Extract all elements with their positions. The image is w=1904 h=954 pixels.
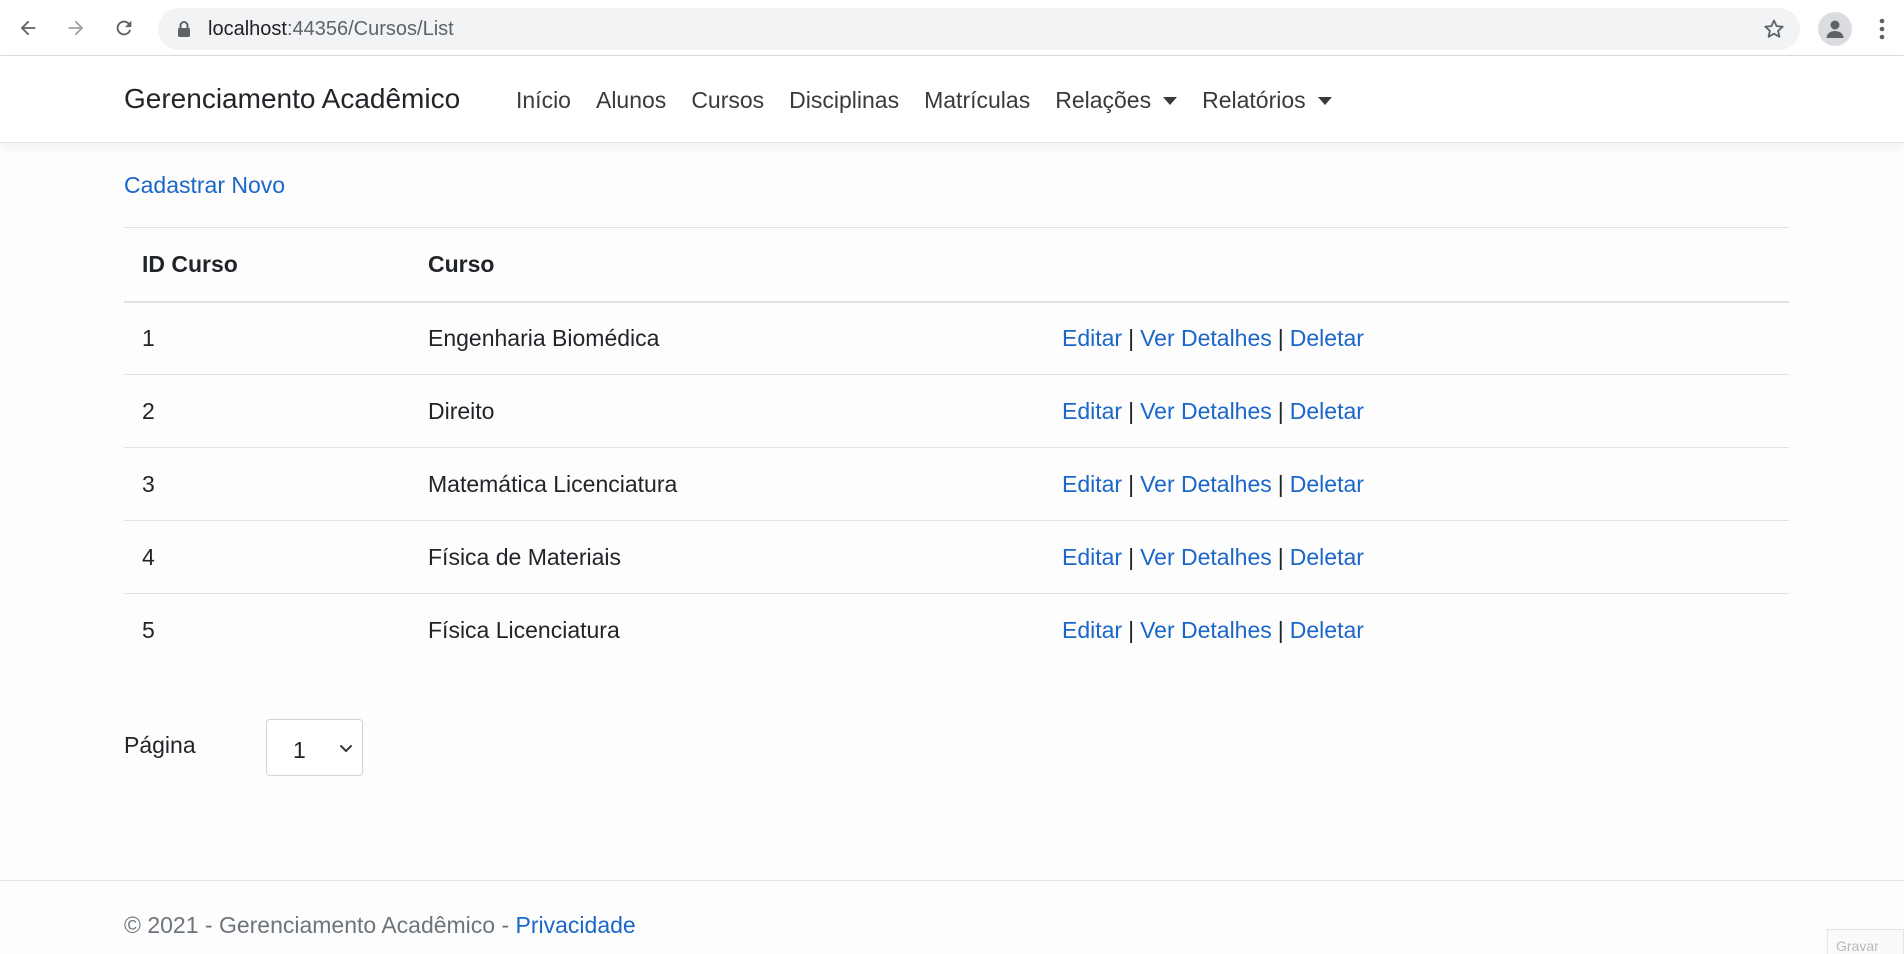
details-link[interactable]: Ver Detalhes (1140, 544, 1272, 570)
table-row: 3 Matemática Licenciatura Editar | Ver Detal… (124, 447, 1789, 521)
column-header-actions (1044, 227, 1789, 303)
table-row: 1 Engenharia Biomédica Editar | Ver Detalhes… (124, 301, 1789, 375)
url-text: localhost:44356/Cursos/List (208, 18, 454, 40)
cell-course-name: Engenharia Biomédica (410, 301, 1044, 375)
cell-course-id: 2 (124, 374, 410, 448)
cell-course-name: Direito (410, 374, 1044, 448)
action-separator: | (1128, 470, 1135, 497)
nav-item-inicio[interactable]: Início (516, 87, 571, 114)
action-separator: | (1128, 397, 1135, 424)
bookmark-star-icon[interactable] (1762, 17, 1786, 41)
edit-link[interactable]: Editar (1062, 471, 1122, 497)
edit-link[interactable]: Editar (1062, 398, 1122, 424)
details-link[interactable]: Ver Detalhes (1140, 471, 1272, 497)
action-separator: | (1277, 470, 1284, 497)
table-header-row: ID Curso Curso (124, 227, 1789, 303)
details-link[interactable]: Ver Detalhes (1140, 398, 1272, 424)
cell-course-name: Física Licenciatura (428, 616, 620, 643)
lock-icon (178, 21, 190, 37)
nav-dropdown-relacoes-label: Relações (1055, 87, 1152, 113)
action-separator: | (1277, 543, 1284, 570)
cell-course-id: 1 (124, 301, 410, 375)
delete-link[interactable]: Deletar (1290, 544, 1364, 570)
delete-link[interactable]: Deletar (1290, 398, 1364, 424)
table-row: 2 Direito Editar | Ver Detalhes | Deletar (124, 374, 1789, 448)
nav-item-matriculas[interactable]: Matrículas (924, 87, 1030, 114)
nav-item-cursos[interactable]: Cursos (691, 87, 764, 114)
page-select-value: 1 (293, 737, 306, 763)
action-separator: | (1277, 397, 1284, 424)
details-link[interactable]: Ver Detalhes (1140, 617, 1272, 643)
table-row: 4 Física de Materiais Editar | Ver Detalhes |… (124, 520, 1789, 594)
nav-dropdown-relacoes[interactable]: Relações (1055, 87, 1178, 114)
cell-actions: Editar | Ver Detalhes | Deletar (1044, 374, 1789, 448)
nav-dropdown-relatorios[interactable]: Relatórios (1202, 87, 1332, 114)
privacy-link[interactable]: Privacidade (516, 912, 636, 938)
page-select[interactable]: 1 (266, 719, 363, 776)
action-separator: | (1128, 543, 1135, 570)
cell-actions: Editar | Ver Detalhes | Deletar (1044, 594, 1789, 667)
profile-avatar[interactable] (1818, 12, 1852, 46)
edit-link[interactable]: Editar (1062, 325, 1122, 351)
forward-button[interactable] (60, 12, 92, 44)
caret-down-icon (1163, 96, 1178, 105)
cell-course-id: 3 (124, 447, 410, 521)
address-bar[interactable]: localhost:44356/Cursos/List (158, 8, 1800, 50)
nav-item-alunos[interactable]: Alunos (596, 87, 666, 114)
nav-item-disciplinas[interactable]: Disciplinas (789, 87, 899, 114)
cell-actions: Editar | Ver Detalhes | Deletar (1044, 520, 1789, 594)
more-menu-icon[interactable] (1870, 14, 1894, 44)
footer: © 2021 - Gerenciamento Acadêmico - Priva… (0, 880, 1904, 954)
back-button[interactable] (12, 12, 44, 44)
cell-course-id: 5 (142, 616, 155, 643)
cell-actions: Editar | Ver Detalhes | Deletar (1044, 447, 1789, 521)
browser-toolbar: localhost:44356/Cursos/List (0, 0, 1904, 56)
action-separator: | (1128, 324, 1135, 351)
delete-link[interactable]: Deletar (1290, 617, 1364, 643)
action-separator: | (1277, 616, 1284, 643)
record-widget[interactable]: Gravar (1827, 929, 1904, 954)
action-separator: | (1277, 324, 1284, 351)
arrow-right-icon (68, 20, 84, 36)
reload-icon (116, 20, 132, 36)
person-icon (1826, 20, 1844, 38)
delete-link[interactable]: Deletar (1290, 471, 1364, 497)
caret-down-icon (1317, 96, 1332, 105)
column-header-id: ID Curso (124, 227, 410, 303)
edit-link[interactable]: Editar (1062, 544, 1122, 570)
courses-table: ID Curso Curso 1 Engenharia Biomédica Edit… (124, 227, 1789, 667)
page-label: Página (124, 732, 196, 758)
create-new-link[interactable]: Cadastrar Novo (124, 172, 285, 199)
chevron-down-icon (340, 745, 352, 752)
cell-course-name: Física de Materiais (410, 520, 1044, 594)
nav-dropdown-relatorios-label: Relatórios (1202, 87, 1306, 113)
arrow-left-icon (20, 20, 36, 36)
cell-actions: Editar | Ver Detalhes | Deletar (1044, 301, 1789, 375)
footer-copyright: © 2021 - Gerenciamento Acadêmico - (124, 912, 516, 938)
cell-course-id: 4 (124, 520, 410, 594)
table-row: 5 Física Licenciatura Editar | Ver Detalhes |… (124, 594, 1789, 667)
details-link[interactable]: Ver Detalhes (1140, 325, 1272, 351)
nav-links: Início Alunos Cursos Disciplinas Matrícu… (516, 87, 1357, 114)
brand-link[interactable]: Gerenciamento Acadêmico (124, 83, 460, 115)
column-header-course: Curso (410, 227, 1044, 303)
app-navbar: Gerenciamento Acadêmico Início Alunos Cu… (0, 57, 1904, 143)
action-separator: | (1128, 616, 1135, 643)
cell-course-name: Matemática Licenciatura (410, 447, 1044, 521)
delete-link[interactable]: Deletar (1290, 325, 1364, 351)
reload-button[interactable] (108, 12, 140, 44)
edit-link[interactable]: Editar (1062, 617, 1122, 643)
footer-text: © 2021 - Gerenciamento Acadêmico - Priva… (124, 912, 636, 939)
